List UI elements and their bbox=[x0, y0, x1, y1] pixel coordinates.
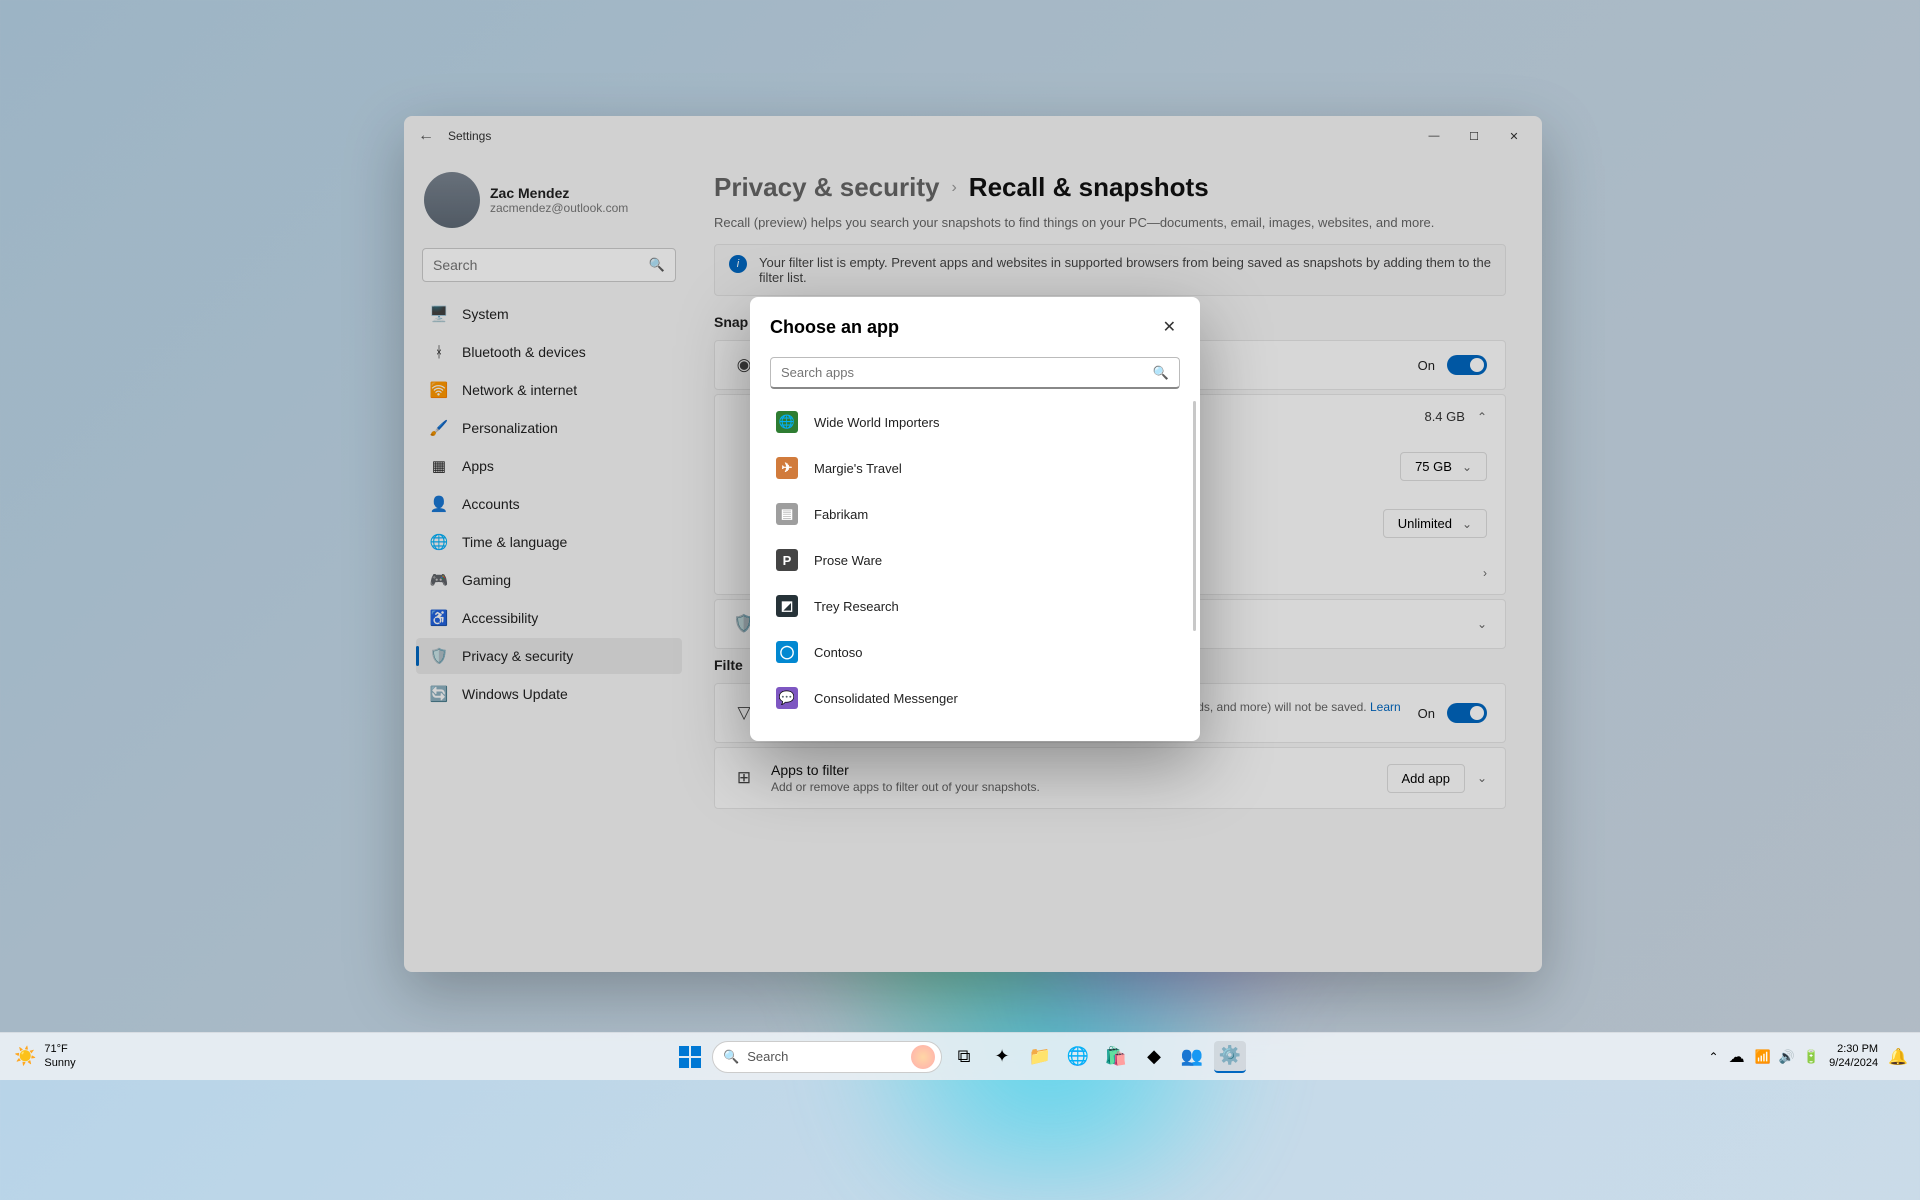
app-row[interactable]: 🌐 Wide World Importers bbox=[750, 399, 1200, 445]
app-icon: ◩ bbox=[776, 595, 798, 617]
clock-date: 9/24/2024 bbox=[1829, 1057, 1878, 1070]
taskbar-search-label: Search bbox=[747, 1049, 903, 1064]
app-row[interactable]: P Prose Ware bbox=[750, 537, 1200, 583]
app-icon: ✈ bbox=[776, 457, 798, 479]
teams-button[interactable]: 👥 bbox=[1176, 1041, 1208, 1073]
edge-button[interactable]: 🌐 bbox=[1062, 1041, 1094, 1073]
app-name: Wide World Importers bbox=[814, 415, 939, 430]
sun-icon: ☀️ bbox=[14, 1046, 36, 1067]
settings-button[interactable]: ⚙️ bbox=[1214, 1041, 1246, 1073]
search-highlight-icon bbox=[911, 1045, 935, 1069]
choose-app-modal: Choose an app ✕ 🔍 🌐 Wide World Importers ✈… bbox=[750, 297, 1200, 741]
app-icon: ▤ bbox=[776, 503, 798, 525]
notifications-icon[interactable]: 🔔 bbox=[1888, 1047, 1908, 1067]
modal-title: Choose an app bbox=[770, 317, 899, 338]
app-name: Trey Research bbox=[814, 599, 899, 614]
modal-search-input[interactable] bbox=[781, 365, 1153, 380]
app-row[interactable]: ▤ Fabrikam bbox=[750, 491, 1200, 537]
explorer-button[interactable]: 📁 bbox=[1024, 1041, 1056, 1073]
app-list[interactable]: 🌐 Wide World Importers ✈ Margie's Travel ▤ Fa… bbox=[750, 395, 1200, 741]
store-button[interactable]: 🛍️ bbox=[1100, 1041, 1132, 1073]
modal-close-button[interactable]: ✕ bbox=[1159, 313, 1180, 341]
app-name: Consolidated Messenger bbox=[814, 691, 958, 706]
app-name: Fabrikam bbox=[814, 507, 868, 522]
modal-overlay[interactable]: Choose an app ✕ 🔍 🌐 Wide World Importers ✈… bbox=[0, 0, 1920, 1080]
app-row[interactable]: ✈ Margie's Travel bbox=[750, 445, 1200, 491]
clock-time: 2:30 PM bbox=[1829, 1043, 1878, 1056]
volume-icon: 🔊 bbox=[1779, 1049, 1795, 1065]
copilot-button[interactable]: ✦ bbox=[986, 1041, 1018, 1073]
clock[interactable]: 2:30 PM 9/24/2024 bbox=[1829, 1043, 1878, 1069]
system-tray[interactable]: 📶 🔊 🔋 bbox=[1755, 1049, 1820, 1065]
search-icon: 🔍 bbox=[723, 1049, 739, 1065]
app-row[interactable]: ◩ Trey Research bbox=[750, 583, 1200, 629]
battery-icon: 🔋 bbox=[1803, 1049, 1819, 1065]
onedrive-icon[interactable]: ☁ bbox=[1729, 1047, 1745, 1067]
app-row[interactable]: ◯ Contoso bbox=[750, 629, 1200, 675]
search-icon: 🔍 bbox=[1153, 365, 1169, 381]
start-button[interactable] bbox=[674, 1041, 706, 1073]
taskbar: ☀️ 71°F Sunny 🔍 Search ⧉ ✦ 📁 🌐 🛍️ ◆ 👥 ⚙️… bbox=[0, 1032, 1920, 1080]
weather-temp: 71°F bbox=[44, 1043, 75, 1056]
app-name: Prose Ware bbox=[814, 553, 882, 568]
app-name: Contoso bbox=[814, 645, 862, 660]
tray-chevron-icon[interactable]: ⌃ bbox=[1709, 1050, 1719, 1064]
task-view-button[interactable]: ⧉ bbox=[948, 1041, 980, 1073]
weather-cond: Sunny bbox=[44, 1057, 75, 1070]
weather-widget[interactable]: ☀️ 71°F Sunny bbox=[14, 1043, 76, 1069]
app-icon: 💬 bbox=[776, 687, 798, 709]
modal-search[interactable]: 🔍 bbox=[770, 357, 1180, 389]
app-icon: ◯ bbox=[776, 641, 798, 663]
app-row[interactable]: 💬 Consolidated Messenger bbox=[750, 675, 1200, 721]
app-icon: 🌐 bbox=[776, 411, 798, 433]
app-button-1[interactable]: ◆ bbox=[1138, 1041, 1170, 1073]
app-name: Margie's Travel bbox=[814, 461, 902, 476]
taskbar-search[interactable]: 🔍 Search bbox=[712, 1041, 942, 1073]
wifi-icon: 📶 bbox=[1755, 1049, 1771, 1065]
app-icon: P bbox=[776, 549, 798, 571]
